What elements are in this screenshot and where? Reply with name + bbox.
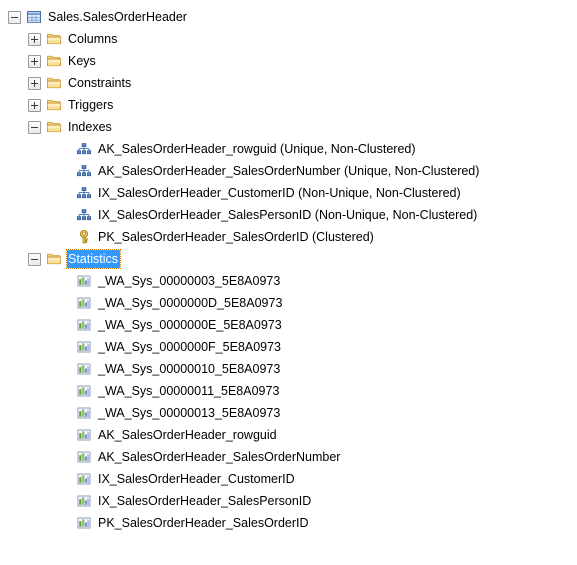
tree-node-label: _WA_Sys_00000011_5E8A0973	[98, 384, 280, 398]
tree-node-label: AK_SalesOrderHeader_rowguid	[98, 428, 277, 442]
tree-node-folder-keys[interactable]: Keys	[0, 50, 577, 72]
expander-plus-icon[interactable]	[28, 32, 41, 46]
folder-icon	[46, 75, 62, 91]
index-icon	[76, 163, 92, 179]
statistics-icon	[76, 493, 92, 509]
tree-node-label: _WA_Sys_00000013_5E8A0973	[98, 406, 281, 420]
statistics-icon	[76, 471, 92, 487]
tree-node-folder-indexes[interactable]: Indexes	[0, 116, 577, 138]
object-explorer-tree[interactable]: Sales.SalesOrderHeader Columns Keys Cons…	[0, 0, 577, 534]
expander-minus-icon[interactable]	[8, 10, 21, 24]
tree-node-statistic[interactable]: _WA_Sys_0000000D_5E8A0973	[0, 292, 577, 314]
statistics-icon	[76, 295, 92, 311]
tree-node-label: IX_SalesOrderHeader_SalesPersonID (Non-U…	[98, 208, 478, 222]
statistics-icon	[76, 427, 92, 443]
tree-node-label: IX_SalesOrderHeader_CustomerID (Non-Uniq…	[98, 186, 461, 200]
tree-node-label: AK_SalesOrderHeader_SalesOrderNumber	[98, 450, 341, 464]
tree-node-folder-triggers[interactable]: Triggers	[0, 94, 577, 116]
tree-node-label: AK_SalesOrderHeader_SalesOrderNumber (Un…	[98, 164, 480, 178]
tree-node-label: _WA_Sys_0000000F_5E8A0973	[98, 340, 282, 354]
tree-node-index[interactable]: IX_SalesOrderHeader_SalesPersonID (Non-U…	[0, 204, 577, 226]
tree-node-label: IX_SalesOrderHeader_SalesPersonID	[98, 494, 312, 508]
statistics-icon	[76, 515, 92, 531]
expander-plus-icon[interactable]	[28, 76, 41, 90]
statistics-icon	[76, 273, 92, 289]
tree-node-label: Sales.SalesOrderHeader	[48, 10, 187, 24]
tree-node-index[interactable]: AK_SalesOrderHeader_rowguid (Unique, Non…	[0, 138, 577, 160]
tree-node-label: PK_SalesOrderHeader_SalesOrderID	[98, 516, 309, 530]
folder-icon	[46, 31, 62, 47]
tree-node-statistic[interactable]: AK_SalesOrderHeader_SalesOrderNumber	[0, 446, 577, 468]
folder-icon	[46, 97, 62, 113]
tree-node-label: Triggers	[68, 98, 114, 112]
tree-node-statistic[interactable]: IX_SalesOrderHeader_CustomerID	[0, 468, 577, 490]
tree-node-statistic[interactable]: _WA_Sys_00000011_5E8A0973	[0, 380, 577, 402]
tree-node-table[interactable]: Sales.SalesOrderHeader	[0, 6, 577, 28]
statistics-icon	[76, 449, 92, 465]
tree-node-label: _WA_Sys_0000000E_5E8A0973	[98, 318, 282, 332]
statistics-icon	[76, 405, 92, 421]
tree-node-label: _WA_Sys_00000010_5E8A0973	[98, 362, 281, 376]
tree-node-statistic[interactable]: _WA_Sys_00000013_5E8A0973	[0, 402, 577, 424]
tree-node-statistic[interactable]: _WA_Sys_0000000F_5E8A0973	[0, 336, 577, 358]
key-icon	[76, 229, 92, 245]
tree-node-statistic[interactable]: _WA_Sys_00000003_5E8A0973	[0, 270, 577, 292]
tree-node-statistic[interactable]: IX_SalesOrderHeader_SalesPersonID	[0, 490, 577, 512]
expander-minus-icon[interactable]	[28, 252, 41, 266]
tree-node-label: _WA_Sys_00000003_5E8A0973	[98, 274, 281, 288]
index-icon	[76, 207, 92, 223]
tree-node-label: _WA_Sys_0000000D_5E8A0973	[98, 296, 283, 310]
tree-node-folder-constraints[interactable]: Constraints	[0, 72, 577, 94]
statistics-icon	[76, 339, 92, 355]
folder-icon	[46, 53, 62, 69]
statistics-icon	[76, 383, 92, 399]
index-icon	[76, 141, 92, 157]
tree-node-statistic[interactable]: _WA_Sys_0000000E_5E8A0973	[0, 314, 577, 336]
expander-minus-icon[interactable]	[28, 120, 41, 134]
folder-icon	[46, 251, 62, 267]
tree-node-label: Columns	[68, 32, 118, 46]
index-icon	[76, 185, 92, 201]
tree-node-label: PK_SalesOrderHeader_SalesOrderID (Cluste…	[98, 230, 374, 244]
tree-node-index[interactable]: AK_SalesOrderHeader_SalesOrderNumber (Un…	[0, 160, 577, 182]
tree-node-label: Indexes	[68, 120, 112, 134]
tree-node-label: Constraints	[68, 76, 132, 90]
table-icon	[26, 9, 42, 25]
tree-node-label: IX_SalesOrderHeader_CustomerID	[98, 472, 295, 486]
expander-plus-icon[interactable]	[28, 98, 41, 112]
tree-node-primary-key-index[interactable]: PK_SalesOrderHeader_SalesOrderID (Cluste…	[0, 226, 577, 248]
expander-plus-icon[interactable]	[28, 54, 41, 68]
tree-node-index[interactable]: IX_SalesOrderHeader_CustomerID (Non-Uniq…	[0, 182, 577, 204]
tree-node-folder-columns[interactable]: Columns	[0, 28, 577, 50]
folder-icon	[46, 119, 62, 135]
statistics-icon	[76, 317, 92, 333]
tree-node-label: Statistics	[65, 249, 122, 269]
tree-node-folder-statistics[interactable]: Statistics	[0, 248, 577, 270]
tree-node-statistic[interactable]: _WA_Sys_00000010_5E8A0973	[0, 358, 577, 380]
tree-node-label: Keys	[68, 54, 96, 68]
tree-node-label: AK_SalesOrderHeader_rowguid (Unique, Non…	[98, 142, 416, 156]
statistics-icon	[76, 361, 92, 377]
tree-node-statistic[interactable]: PK_SalesOrderHeader_SalesOrderID	[0, 512, 577, 534]
tree-node-statistic[interactable]: AK_SalesOrderHeader_rowguid	[0, 424, 577, 446]
